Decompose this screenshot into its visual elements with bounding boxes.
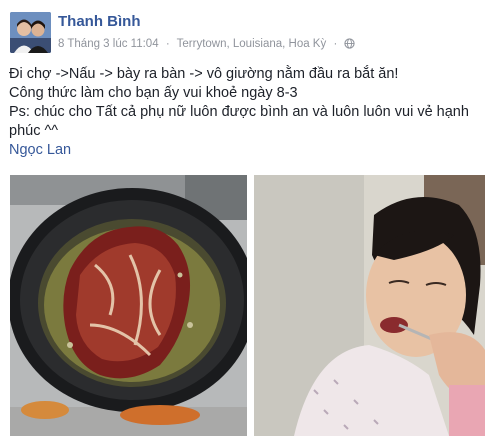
author-name[interactable]: Thanh Bình (58, 13, 141, 30)
globe-icon[interactable] (344, 38, 356, 50)
meta-separator: · (333, 38, 338, 50)
facebook-post: Thanh Bình 8 Tháng 3 lúc 11:04 · Terryto… (0, 0, 485, 436)
photo-woman-eating[interactable] (254, 175, 485, 436)
meta-separator: · (165, 38, 170, 50)
post-body: Đi chợ ->Nấu -> bày ra bàn -> vô giường … (9, 65, 479, 141)
post-timestamp[interactable]: 8 Tháng 3 lúc 11:04 (58, 38, 159, 50)
post-location[interactable]: Terrytown, Louisiana, Hoa Kỳ (177, 38, 327, 50)
post-line: Đi chợ ->Nấu -> bày ra bàn -> vô giường … (9, 66, 399, 82)
photo-steak[interactable] (10, 175, 247, 436)
post-meta: 8 Tháng 3 lúc 11:04 · Terrytown, Louisia… (58, 38, 356, 50)
avatar[interactable] (10, 12, 51, 53)
mention-link[interactable]: Ngọc Lan (9, 142, 71, 158)
post-line: Công thức làm cho bạn ấy vui khoẻ ngày 8… (9, 85, 298, 101)
post-line: Ps: chúc cho Tất cả phụ nữ luôn được bìn… (9, 104, 469, 139)
